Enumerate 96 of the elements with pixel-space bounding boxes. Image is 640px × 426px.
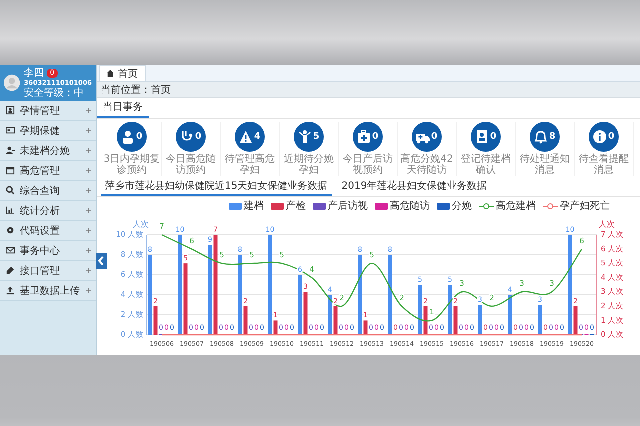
task-count: 0	[136, 132, 143, 142]
person-icon	[121, 130, 136, 144]
legend-item[interactable]: 产后访视	[313, 199, 368, 213]
expand-sign: +	[85, 106, 92, 115]
chart-tab[interactable]: 萍乡市莲花县妇幼保健院近15天妇女保健业务数据	[101, 178, 332, 196]
expand-sign: +	[85, 286, 92, 295]
task-count: 0	[372, 132, 379, 142]
card-icon	[6, 126, 15, 135]
envelope-icon	[6, 246, 15, 255]
task-count: 8	[549, 132, 556, 142]
task-shortcut[interactable]: 5 近期待分娩孕妇	[280, 122, 339, 176]
calendar-icon	[6, 166, 15, 175]
task-label: 高危分娩42天待随访	[400, 154, 454, 176]
expand-sign: +	[85, 206, 92, 215]
task-count: 0	[490, 132, 497, 142]
task-label: 登记待建档确认	[460, 154, 512, 176]
medical-kit-icon	[357, 130, 372, 144]
legend-item[interactable]: 建档	[229, 199, 264, 213]
bell-icon	[534, 130, 548, 144]
legend-item[interactable]: 分娩	[437, 199, 472, 213]
menu-item[interactable]: 接口管理 +	[0, 261, 96, 281]
task-count: 5	[313, 132, 320, 142]
user-name: 李四	[24, 68, 44, 78]
task-count: 4	[254, 132, 261, 142]
section-tab[interactable]: 当日事务	[97, 98, 149, 118]
menu-item[interactable]: 基卫数据上传 +	[0, 281, 96, 301]
task-label: 近期待分娩孕妇	[283, 154, 335, 176]
task-count: 0	[608, 132, 615, 142]
axis-title: 人次	[599, 220, 615, 229]
portrait-icon	[6, 106, 15, 115]
legend-label: 孕产妇死亡	[560, 200, 610, 213]
legend-label: 产后访视	[328, 200, 368, 213]
menu-item[interactable]: 孕情管理 +	[0, 101, 96, 121]
legend-item[interactable]: 高危建档	[479, 199, 536, 213]
bar-chart-icon	[6, 206, 15, 215]
legend-swatch	[229, 202, 242, 210]
task-label: 待查看提醒消息	[578, 154, 630, 176]
task-count: 0	[431, 132, 438, 142]
task-label: 今日产后访视预约	[342, 154, 394, 176]
legend-label: 建档	[244, 200, 264, 213]
legend-item[interactable]: 高危随访	[375, 199, 430, 213]
expand-sign: +	[85, 246, 92, 255]
legend-label: 高危随访	[390, 200, 430, 213]
task-count: 0	[195, 132, 202, 142]
gear-icon	[6, 226, 15, 235]
upload-icon	[6, 286, 15, 295]
menu-item[interactable]: 代码设置 +	[0, 221, 96, 241]
search-icon	[6, 186, 15, 195]
page-tab[interactable]: 首页	[99, 65, 146, 81]
legend-line-marker	[543, 202, 558, 210]
expand-sign: +	[85, 226, 92, 235]
expand-sign: +	[85, 126, 92, 135]
warning-icon	[239, 130, 254, 144]
info-icon	[593, 130, 608, 144]
menu-item[interactable]: 统计分析 +	[0, 201, 96, 221]
task-label: 待处理通知消息	[519, 154, 571, 176]
legend-item[interactable]: 孕产妇死亡	[543, 199, 610, 213]
chart-tab[interactable]: 2019年莲花县妇女保健业务数据	[338, 178, 492, 196]
contact-card-icon	[475, 130, 490, 144]
legend-swatch	[313, 202, 326, 210]
task-shortcut[interactable]: 4 待管理高危孕妇	[221, 122, 280, 176]
task-shortcut[interactable]: 0 登记待建档确认	[457, 122, 516, 176]
security-level: 安全等级：中	[24, 88, 86, 98]
legend-line-marker	[479, 202, 494, 210]
menu-item[interactable]: 未建档分娩 +	[0, 141, 96, 161]
breadcrumb: 当前位置：首页	[101, 84, 171, 96]
menu-item[interactable]: 综合查询 +	[0, 181, 96, 201]
axis-title: 人次	[133, 220, 149, 229]
pen-icon	[6, 266, 15, 275]
stethoscope-icon	[180, 130, 194, 144]
task-label: 今日高危随访预约	[165, 154, 217, 176]
menu-item[interactable]: 事务中心 +	[0, 241, 96, 261]
expand-sign: +	[85, 166, 92, 175]
task-shortcut[interactable]: 0 今日高危随访预约	[162, 122, 221, 176]
legend-swatch	[271, 202, 284, 210]
legend-label: 高危建档	[496, 200, 536, 213]
task-shortcut[interactable]: 8 待处理通知消息	[516, 122, 575, 176]
task-label: 3日内孕期复诊预约	[103, 154, 161, 176]
menu-item[interactable]: 高危管理 +	[0, 161, 96, 181]
task-shortcut[interactable]: 0 今日产后访视预约	[339, 122, 398, 176]
task-label: 待管理高危孕妇	[224, 154, 276, 176]
figure-icon	[298, 130, 312, 144]
legend-label: 产检	[286, 200, 306, 213]
task-shortcut[interactable]: 0 3日内孕期复诊预约	[103, 122, 162, 176]
menu-item[interactable]: 孕期保健 +	[0, 121, 96, 141]
task-shortcut[interactable]: 0 高危分娩42天待随访	[398, 122, 457, 176]
task-shortcut[interactable]: 0 待查看提醒消息	[575, 122, 634, 176]
collapse-chevron-icon[interactable]	[96, 253, 107, 269]
legend-item[interactable]: 产检	[271, 199, 306, 213]
expand-sign: +	[85, 186, 92, 195]
legend-swatch	[437, 202, 450, 210]
home-icon	[107, 70, 114, 77]
expand-sign: +	[85, 266, 92, 275]
legend-label: 分娩	[452, 200, 472, 213]
expand-sign: +	[85, 146, 92, 155]
legend-swatch	[375, 202, 388, 210]
